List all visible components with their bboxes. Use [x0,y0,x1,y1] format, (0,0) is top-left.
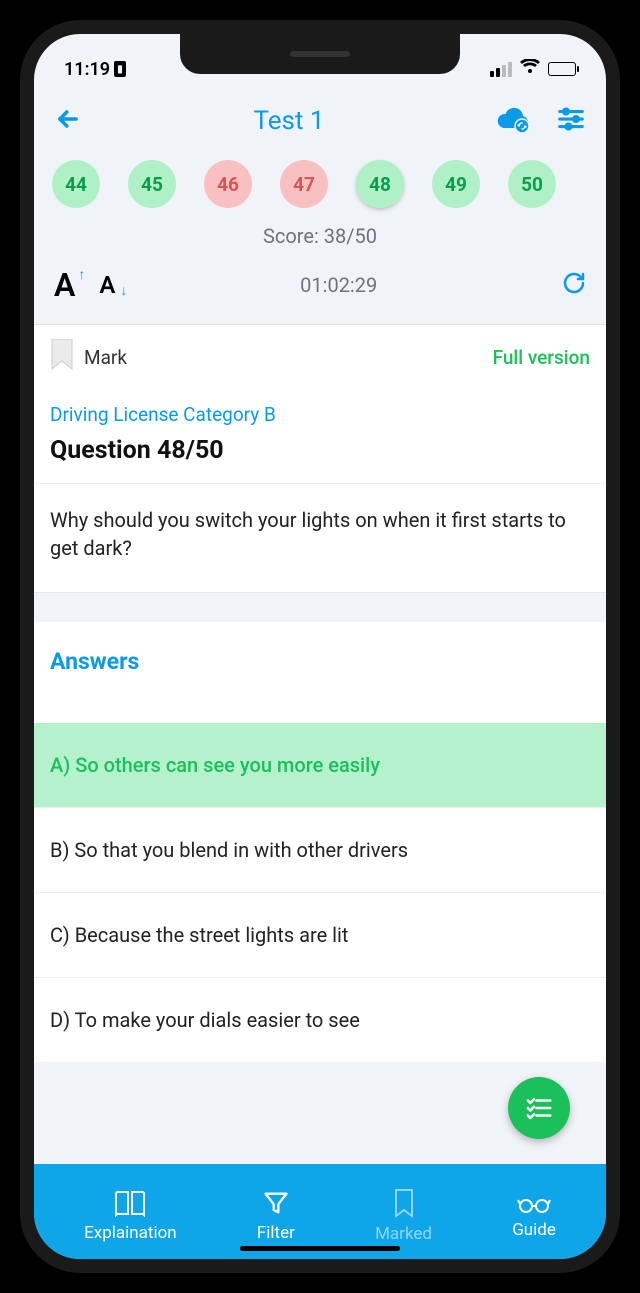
answers-header: Answers [34,622,606,687]
sim-icon: ▮ [114,61,126,77]
divider [34,592,606,622]
settings-sliders-icon[interactable] [556,104,586,138]
answer-option[interactable]: D) To make your dials easier to see [34,977,606,1062]
nav-label: Filter [257,1223,295,1243]
question-pager[interactable]: 44 45 46 47 48 49 50 [34,150,606,224]
bookmark-icon[interactable] [50,339,74,375]
pager-item[interactable]: 49 [432,160,480,208]
font-increase-button[interactable]: A↑ [54,266,75,304]
pager-item[interactable]: 44 [52,160,100,208]
nav-label: Marked [375,1224,432,1244]
status-time: 11:19 [64,59,110,80]
nav-label: Guide [512,1220,556,1240]
pager-item[interactable]: 50 [508,160,556,208]
notch [180,34,460,74]
bottom-nav: Explaination Filter Marked Guide [34,1164,606,1259]
nav-marked[interactable]: Marked [375,1188,432,1244]
status-indicators [490,59,576,80]
answer-option[interactable]: C) Because the street lights are lit [34,892,606,977]
app-header: Test 1 [34,94,606,150]
utility-toolbar: A↑ A↓ 01:02:29 [34,260,606,324]
pager-item[interactable]: 46 [204,160,252,208]
nav-label: Explaination [84,1223,177,1243]
refresh-button[interactable] [562,271,586,299]
pager-item[interactable]: 45 [128,160,176,208]
question-text: Why should you switch your lights on whe… [34,484,606,592]
back-button[interactable] [54,105,82,137]
nav-explanation[interactable]: Explaination [84,1189,177,1243]
question-card: Mark Full version Driving License Catego… [34,324,606,592]
pager-item[interactable]: 47 [280,160,328,208]
battery-icon [548,62,576,76]
nav-filter[interactable]: Filter [257,1189,295,1243]
full-version-link[interactable]: Full version [493,346,590,369]
wifi-icon [520,59,540,80]
answer-option[interactable]: B) So that you blend in with other drive… [34,807,606,892]
nav-guide[interactable]: Guide [512,1192,556,1240]
phone-frame: 11:19 ▮ Test 1 [20,20,620,1273]
phone-screen: 11:19 ▮ Test 1 [34,34,606,1259]
status-time-group: 11:19 ▮ [64,59,126,80]
signal-icon [490,62,512,77]
page-title: Test 1 [253,106,324,136]
timer-text: 01:02:29 [115,273,562,297]
question-number: Question 48/50 [50,436,590,465]
cloud-sync-icon[interactable] [496,104,532,138]
pager-item[interactable]: 48 [356,160,404,208]
font-decrease-button[interactable]: A↓ [99,271,115,299]
answer-option[interactable]: A) So others can see you more easily [34,723,606,807]
category-text: Driving License Category B [50,403,590,426]
mark-label[interactable]: Mark [84,346,127,369]
checklist-fab[interactable] [508,1077,570,1139]
score-text: Score: 38/50 [34,224,606,260]
home-indicator[interactable] [240,1246,400,1251]
